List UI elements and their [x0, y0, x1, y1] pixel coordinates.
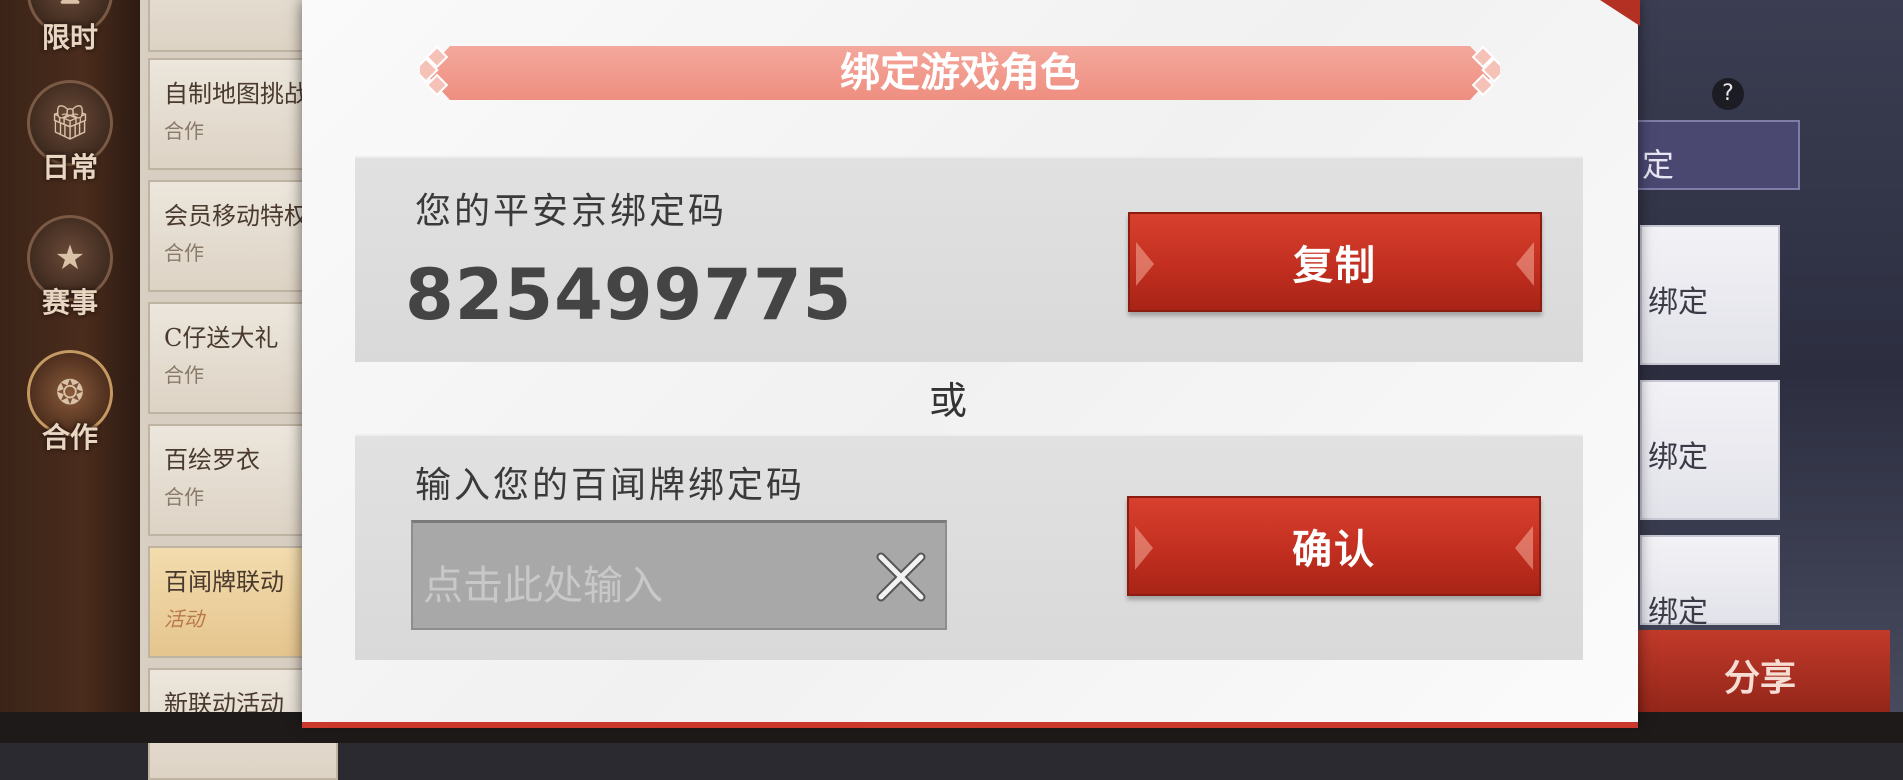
- chevron-right-icon: [1515, 526, 1533, 570]
- list-item-subtitle: 合作: [164, 241, 204, 265]
- chevron-left-icon: [1135, 526, 1153, 570]
- rail-item-daily[interactable]: 🎁︎ 日常: [20, 80, 120, 186]
- dialog-bottom-edge: [302, 722, 1638, 728]
- rail-item-cooperation[interactable]: ❂ 合作: [20, 350, 120, 456]
- rail-label: 赛事: [41, 286, 98, 319]
- own-code-label: 您的平安京绑定码: [415, 191, 728, 232]
- chevron-left-icon: [1136, 242, 1154, 286]
- or-separator: 或: [929, 379, 968, 423]
- right-card[interactable]: 绑定: [1640, 535, 1780, 630]
- left-nav-rail: ⧗ 限时 🎁︎ 日常 ★ 赛事 ❂ 合作: [0, 0, 140, 743]
- list-item-subtitle: 合作: [164, 485, 204, 509]
- bind-code-input[interactable]: 点击此处输入: [411, 520, 947, 630]
- rail-item-limited[interactable]: ⧗ 限时: [20, 0, 120, 56]
- corner-decoration: [1600, 0, 1640, 26]
- dialog-title-banner: 绑定游戏角色: [420, 44, 1500, 102]
- rail-label: 限时: [41, 21, 98, 54]
- confirm-button[interactable]: 确认: [1127, 496, 1541, 596]
- activity-list: 合作 自制地图挑战 合作 会员移动特权 合作 C仔送大礼 合作 百绘罗衣 合作 …: [140, 0, 338, 780]
- clear-icon[interactable]: [873, 549, 929, 605]
- list-item-subtitle: 活动: [164, 607, 204, 631]
- list-item-title: 自制地图挑战: [164, 80, 308, 108]
- list-item-title: 百绘罗衣: [164, 446, 260, 474]
- rail-label: 日常: [41, 151, 98, 184]
- list-item-subtitle: 合作: [164, 119, 204, 143]
- right-card[interactable]: 绑定: [1640, 380, 1780, 520]
- right-card[interactable]: 绑定: [1640, 225, 1780, 365]
- confirm-button-label: 确认: [1292, 527, 1376, 573]
- enter-code-section: 输入您的百闻牌绑定码 点击此处输入 确认: [355, 434, 1583, 660]
- chevron-right-icon: [1516, 242, 1534, 286]
- bind-code-value: 825499775: [405, 254, 853, 336]
- rail-label: 合作: [41, 421, 98, 454]
- copy-button-label: 复制: [1293, 243, 1377, 289]
- rail-item-events[interactable]: ★ 赛事: [20, 215, 120, 321]
- enter-code-label: 输入您的百闻牌绑定码: [415, 465, 806, 506]
- input-placeholder: 点击此处输入: [423, 563, 663, 609]
- help-icon[interactable]: ?: [1712, 78, 1744, 110]
- list-item-subtitle: 合作: [164, 363, 204, 387]
- list-item-title: 百闻牌联动: [164, 568, 284, 596]
- copy-button[interactable]: 复制: [1128, 212, 1542, 312]
- right-tab[interactable]: 定: [1620, 120, 1800, 190]
- dialog-title: 绑定游戏角色: [840, 49, 1080, 96]
- list-item-title: 会员移动特权: [164, 202, 308, 230]
- list-item-title: C仔送大礼: [164, 324, 279, 352]
- share-button[interactable]: 分享: [1630, 630, 1890, 720]
- own-code-section: 您的平安京绑定码 825499775 复制: [355, 156, 1583, 362]
